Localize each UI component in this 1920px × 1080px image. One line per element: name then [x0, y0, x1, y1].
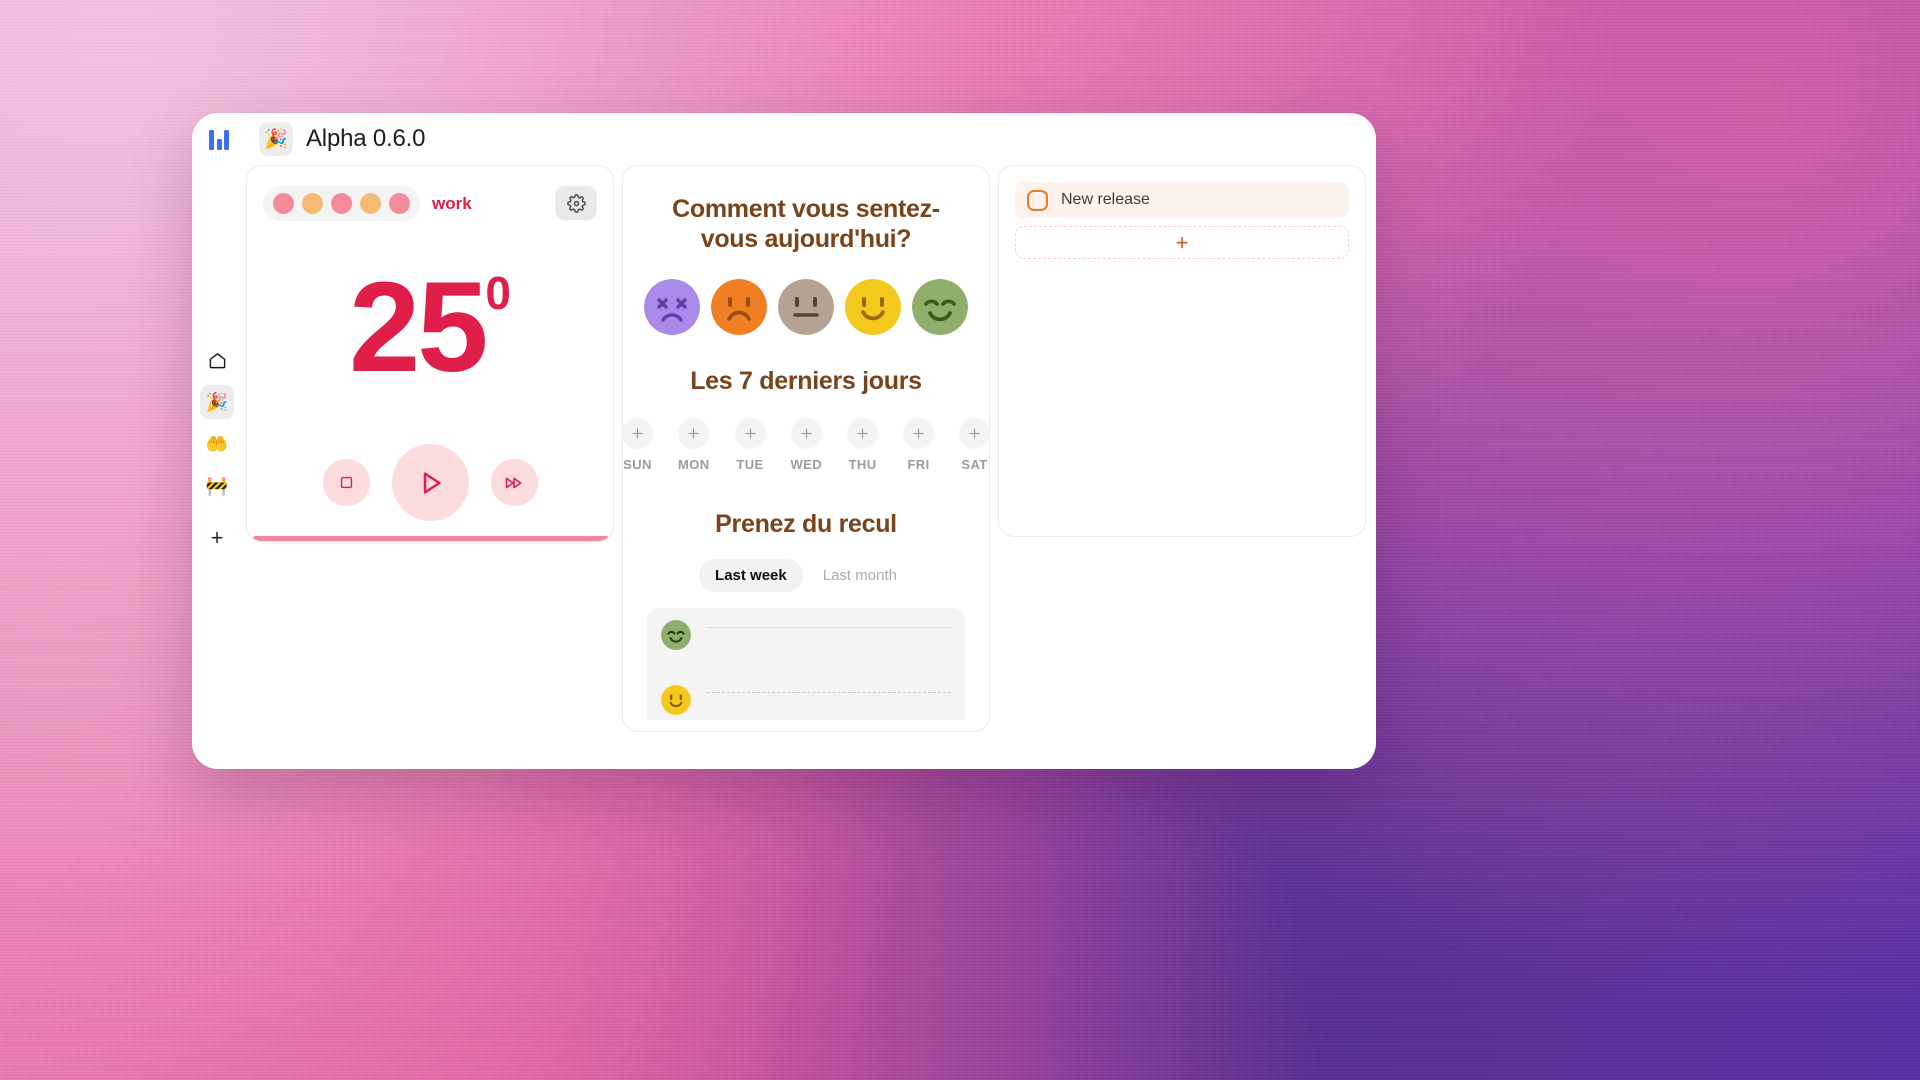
pomodoro-session-row: work: [263, 186, 472, 221]
tab-last-month[interactable]: Last month: [807, 559, 913, 592]
plus-icon: +: [210, 525, 224, 550]
open-hands-icon: 🤲: [205, 434, 229, 454]
day-add-button[interactable]: [847, 418, 879, 449]
mood-dead-face[interactable]: [644, 279, 700, 335]
day-add-button[interactable]: [734, 418, 766, 449]
day-add-button[interactable]: [623, 418, 653, 449]
timer-controls: [247, 444, 613, 521]
sidebar-add-button[interactable]: +: [200, 521, 234, 555]
list-item[interactable]: [647, 618, 965, 683]
skip-button[interactable]: [490, 459, 538, 506]
bar-logo-icon: [209, 128, 229, 150]
play-button[interactable]: [391, 444, 469, 521]
day-label: SAT: [961, 457, 988, 472]
timer-display: 250: [247, 264, 613, 392]
plus-icon: [801, 428, 812, 439]
day-wed[interactable]: WED: [791, 418, 823, 472]
list-item[interactable]: [647, 683, 965, 720]
day-add-button[interactable]: [790, 418, 822, 449]
mood-happy-face[interactable]: [845, 279, 901, 335]
gear-icon: [566, 193, 586, 213]
columns-area: work 250 Comment vous sentez-vous aujour…: [242, 165, 1376, 769]
home-icon: [209, 352, 225, 368]
sidebar-item-hands[interactable]: 🤲: [200, 427, 234, 461]
entry-divider: [707, 627, 951, 628]
mood-face-row: [623, 279, 989, 335]
sidebar: 🎉 🤲 🚧 +: [192, 165, 242, 769]
plus-icon: [857, 428, 868, 439]
plus-icon: [913, 428, 924, 439]
timer-settings-button[interactable]: [555, 186, 597, 220]
pomodoro-dot: [389, 193, 410, 214]
task-row[interactable]: New release: [1015, 182, 1349, 218]
stop-icon: [340, 476, 352, 489]
plus-icon: [969, 428, 980, 439]
task-checkbox[interactable]: [1027, 189, 1048, 211]
fast-forward-icon: [505, 477, 522, 488]
plus-icon: [745, 428, 755, 439]
day-label: MON: [677, 457, 710, 472]
day-sat[interactable]: SAT: [959, 418, 989, 472]
pomodoro-dots[interactable]: [263, 186, 420, 221]
sidebar-item-home[interactable]: [200, 343, 234, 377]
day-add-button[interactable]: [678, 418, 710, 449]
day-add-button[interactable]: [959, 418, 989, 449]
mood-happy-face: [661, 685, 691, 715]
page-title: Alpha 0.6.0: [306, 125, 426, 152]
task-label: New release: [1061, 191, 1150, 208]
plus-icon: [688, 428, 699, 439]
play-icon: [423, 471, 441, 494]
add-task-button[interactable]: +: [1015, 226, 1349, 259]
day-tue[interactable]: TUE: [734, 418, 766, 472]
day-thu[interactable]: THU: [847, 418, 879, 472]
plus-icon: [632, 428, 643, 439]
sidebar-item-construction[interactable]: 🚧: [200, 469, 234, 503]
week-days-row: SUN MON TUE WED THU FRI SAT: [623, 418, 989, 472]
pomodoro-dot: [302, 193, 323, 214]
tab-last-week[interactable]: Last week: [699, 559, 803, 592]
mood-card: Comment vous sentez-vous aujourd'hui? Le…: [622, 165, 990, 732]
timer-superscript: 0: [485, 267, 511, 319]
session-label: work: [432, 193, 472, 213]
week-section-title: Les 7 derniers jours: [690, 367, 922, 395]
day-label: THU: [848, 457, 877, 472]
day-label: TUE: [736, 457, 764, 472]
recul-section-title: Prenez du recul: [715, 510, 897, 538]
day-sun[interactable]: SUN: [623, 418, 653, 472]
sidebar-item-party[interactable]: 🎉: [200, 385, 234, 419]
pomodoro-dot: [331, 193, 352, 214]
mood-question: Comment vous sentez-vous aujourd'hui?: [672, 195, 940, 253]
day-label: WED: [790, 457, 823, 472]
mood-great-face[interactable]: [912, 279, 968, 335]
timer-progress-bar: [253, 536, 609, 541]
pomodoro-dot: [360, 193, 381, 214]
pomodoro-dot: [273, 193, 294, 214]
day-fri[interactable]: FRI: [903, 418, 935, 472]
day-add-button[interactable]: [903, 418, 935, 449]
mood-sad-face[interactable]: [711, 279, 767, 335]
recul-tabs: Last week Last month: [623, 559, 989, 592]
plus-icon: +: [1175, 229, 1189, 255]
recul-entry-list[interactable]: [647, 608, 965, 720]
title-bar: 🎉 Alpha 0.6.0: [192, 113, 1376, 165]
day-label: SUN: [623, 457, 652, 472]
timer-minutes: 25: [349, 256, 488, 399]
day-label: FRI: [907, 457, 930, 472]
party-popper-icon[interactable]: 🎉: [259, 122, 293, 156]
stop-button[interactable]: [322, 459, 370, 506]
day-mon[interactable]: MON: [678, 418, 710, 472]
mood-great-face: [661, 620, 691, 650]
timer-card: work 250: [246, 165, 614, 542]
entry-divider: [707, 692, 951, 693]
app-window: 🎉 Alpha 0.6.0 🎉 🤲 🚧 + work 250 Comment v…: [192, 113, 1376, 769]
party-popper-icon: 🎉: [205, 392, 229, 412]
tasks-card: New release +: [998, 165, 1366, 537]
construction-icon: 🚧: [205, 476, 229, 496]
mood-neutral-face[interactable]: [778, 279, 834, 335]
